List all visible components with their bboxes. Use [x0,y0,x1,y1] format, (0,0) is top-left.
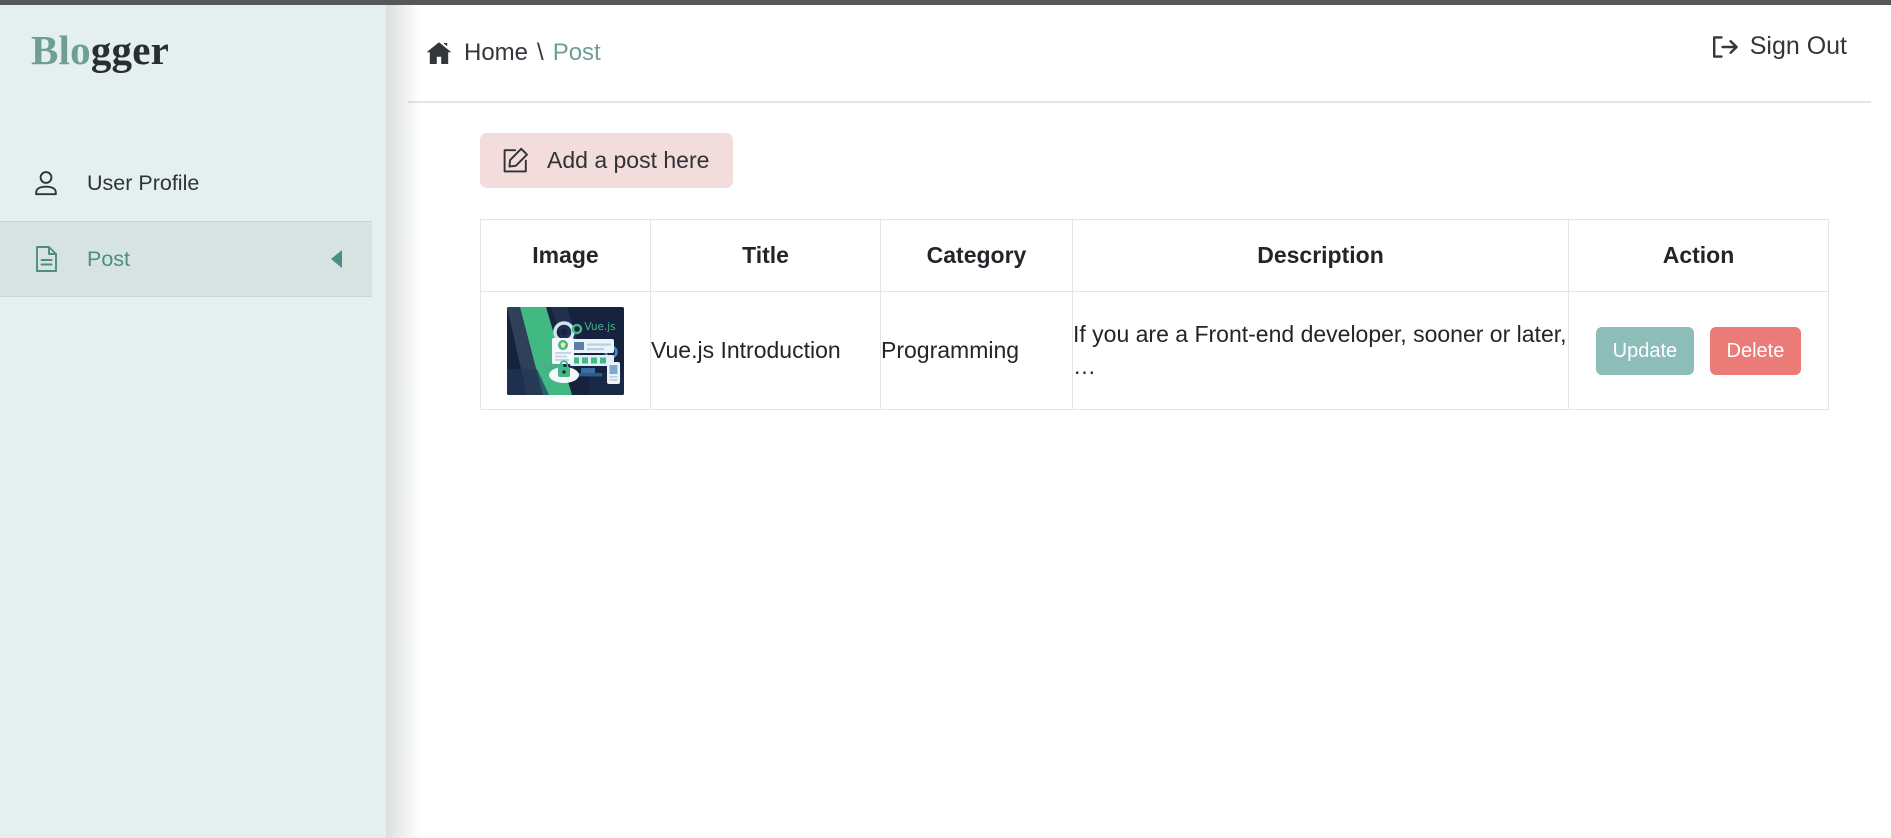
logo-accent-text: Blo [31,27,91,73]
sign-out-icon [1711,35,1739,59]
sidebar-nav: User Profile Post [0,145,386,297]
main-area: Home \ Post Sign Out Add a post here Ima… [386,5,1891,838]
app-root: Blogger User Profile Post Home \ Post Si… [0,0,1891,838]
svg-text:</>: </> [542,362,559,372]
page-header: Home \ Post Sign Out [408,5,1871,103]
posts-table-container: Image Title Category Description Action [480,219,1829,410]
sidebar: Blogger User Profile Post [0,5,386,838]
user-icon [31,168,61,198]
sidebar-item-post[interactable]: Post [0,221,372,297]
cell-title: Vue.js Introduction [650,291,881,410]
posts-table-head: Image Title Category Description Action [480,219,1829,292]
add-post-button[interactable]: Add a post here [480,133,734,188]
posts-table-body: Vue.js </> Vue.js Introduction Programmi… [480,291,1829,410]
column-header-category: Category [880,219,1073,292]
home-icon [426,41,452,65]
sign-out-label: Sign Out [1749,32,1847,60]
cell-action: Update Delete [1568,291,1829,410]
column-header-action: Action [1568,219,1829,292]
add-post-button-label: Add a post here [547,147,710,173]
svg-text:Vue.js: Vue.js [584,321,615,333]
sidebar-item-label-user-profile: User Profile [87,170,200,195]
sign-out-button[interactable]: Sign Out [1711,32,1847,61]
breadcrumb-current: Post [552,39,601,66]
sidebar-item-label-post: Post [87,246,131,271]
cell-category: Programming [880,291,1073,410]
column-header-title: Title [650,219,881,292]
breadcrumb: Home \ Post [426,39,601,67]
sidebar-item-user-profile[interactable]: User Profile [0,145,386,221]
cell-image: Vue.js </> [480,291,651,410]
breadcrumb-home[interactable]: Home [464,39,528,67]
delete-button[interactable]: Delete [1709,326,1802,375]
file-icon [31,244,61,274]
pen-square-icon [502,147,529,174]
column-header-image: Image [480,219,651,292]
update-button[interactable]: Update [1595,326,1695,375]
breadcrumb-separator: \ [537,39,544,66]
table-row: Vue.js </> Vue.js Introduction Programmi… [480,291,1829,410]
logo-rest-text: gger [90,27,170,73]
post-thumbnail-vuejs: Vue.js </> [507,306,624,395]
app-logo[interactable]: Blogger [31,30,169,71]
posts-table: Image Title Category Description Action [480,219,1829,410]
table-header-row: Image Title Category Description Action [480,219,1829,292]
column-header-description: Description [1072,219,1569,292]
caret-left-icon [331,250,342,268]
cell-description: If you are a Front-end developer, sooner… [1072,291,1569,410]
